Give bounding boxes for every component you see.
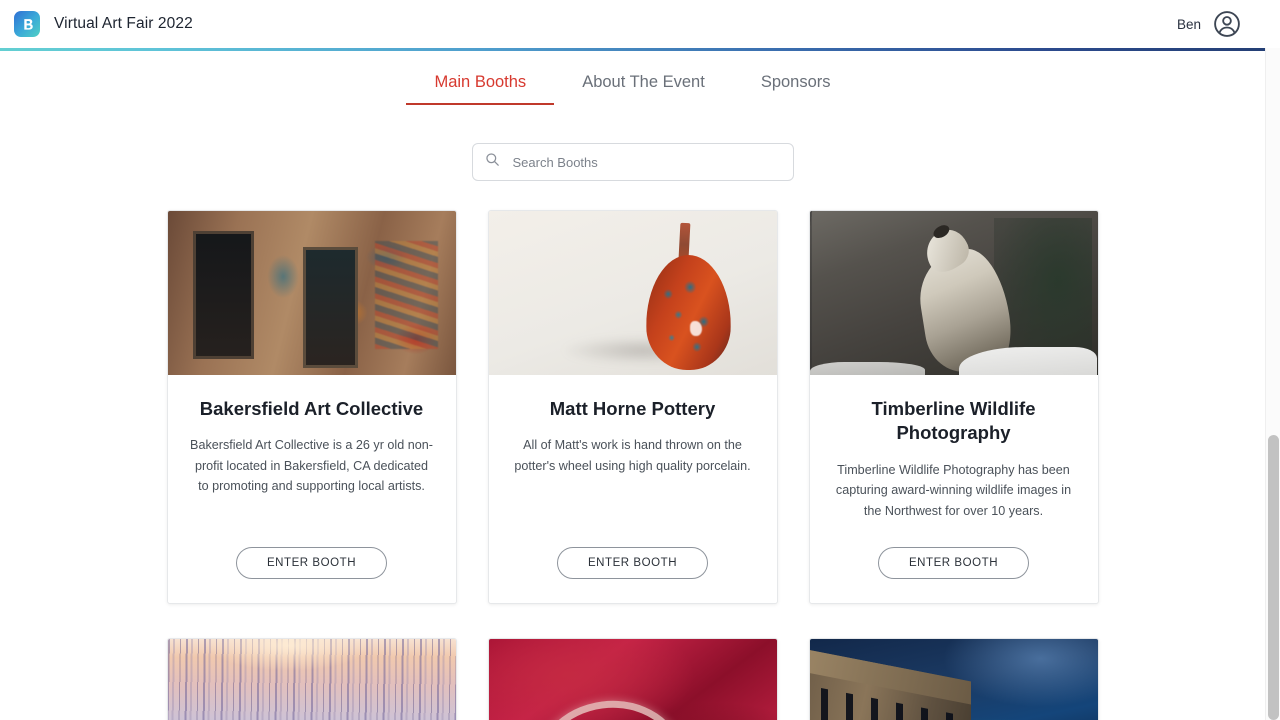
enter-booth-button[interactable]: ENTER BOOTH — [877, 546, 1030, 579]
booth-card[interactable]: Matt Horne Pottery All of Matt's work is… — [487, 210, 778, 604]
booth-title: Timberline Wildlife Photography — [871, 398, 1036, 444]
booth-description: Bakersfield Art Collective is a 26 yr ol… — [190, 438, 433, 494]
page-root: Virtual Art Fair 2022 Ben Main Booths Ab… — [0, 0, 1280, 720]
search-section — [0, 143, 1265, 181]
top-bar: Virtual Art Fair 2022 Ben — [0, 0, 1265, 48]
booth-description: All of Matt's work is hand thrown on the… — [514, 438, 751, 473]
booth-card-body: Bakersfield Art Collective Bakersfield A… — [168, 375, 456, 603]
search-box[interactable] — [471, 143, 794, 181]
booth-image-streaks — [167, 638, 456, 720]
booth-title: Matt Horne Pottery — [549, 398, 716, 419]
page-content: Virtual Art Fair 2022 Ben Main Booths Ab… — [0, 0, 1265, 720]
main-nav-tabs: Main Booths About The Event Sponsors — [0, 51, 1265, 105]
search-input[interactable] — [510, 153, 781, 171]
enter-booth-button[interactable]: ENTER BOOTH — [235, 546, 388, 579]
booth-card[interactable] — [487, 637, 778, 720]
b-logo-icon — [14, 11, 40, 37]
booth-image-dusk-building — [809, 638, 1098, 720]
booth-image-ring — [488, 638, 777, 720]
page-scrollbar[interactable] — [1265, 48, 1280, 720]
booth-card-body: Timberline Wildlife Photography Timberli… — [810, 375, 1098, 603]
booth-card[interactable]: Timberline Wildlife Photography Timberli… — [808, 210, 1099, 604]
tab-sponsors[interactable]: Sponsors — [733, 65, 859, 105]
booth-description: Timberline Wildlife Photography has been… — [835, 462, 1072, 518]
booth-image-graffiti — [167, 211, 456, 375]
scrollbar-thumb[interactable] — [1268, 435, 1279, 720]
user-avatar-icon[interactable] — [1213, 10, 1241, 38]
booth-card[interactable] — [166, 637, 457, 720]
booth-grid: Bakersfield Art Collective Bakersfield A… — [0, 210, 1265, 720]
search-icon — [485, 152, 500, 172]
tab-main-booths[interactable]: Main Booths — [406, 65, 555, 105]
app-title: Virtual Art Fair 2022 — [54, 15, 193, 32]
brand[interactable]: Virtual Art Fair 2022 — [14, 11, 193, 37]
booth-card[interactable]: Bakersfield Art Collective Bakersfield A… — [166, 210, 457, 604]
booth-card-body: Matt Horne Pottery All of Matt's work is… — [489, 375, 777, 603]
user-name: Ben — [1176, 16, 1201, 32]
tab-about-the-event[interactable]: About The Event — [554, 65, 733, 105]
user-menu[interactable]: Ben — [1177, 10, 1241, 38]
booth-title: Bakersfield Art Collective — [199, 398, 424, 419]
booth-image-pottery — [488, 211, 777, 375]
booth-image-wolf — [809, 211, 1098, 375]
enter-booth-button[interactable]: ENTER BOOTH — [556, 546, 709, 579]
booth-card[interactable] — [808, 637, 1099, 720]
